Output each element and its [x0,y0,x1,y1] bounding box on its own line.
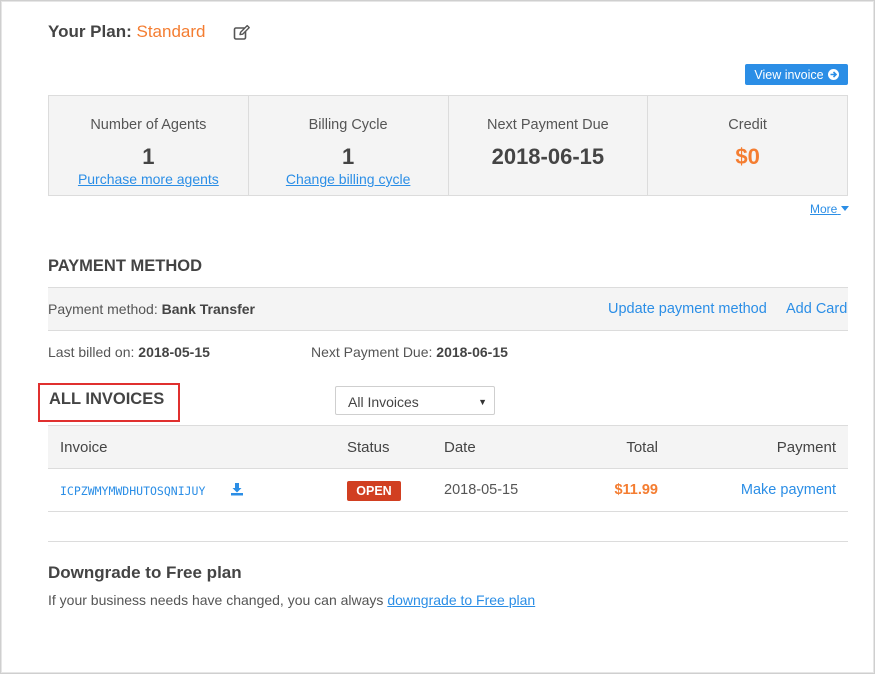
stat-value: 1 [342,144,355,169]
last-billed-value: 2018-05-15 [138,344,210,360]
stat-label: Next Payment Due [487,117,609,133]
downgrade-text: If your business needs have changed, you… [48,592,535,608]
view-invoice-button[interactable]: View invoice [745,64,848,85]
divider [48,541,848,542]
next-due-label: Next Payment Due: [311,344,433,360]
invoice-total: $11.99 [614,482,658,498]
payment-method-text: Payment method: Bank Transfer [48,301,255,317]
payment-method-value: Bank Transfer [161,301,255,317]
stat-billing-cycle: Billing Cycle 1 Change billing cycle [249,96,449,195]
invoice-filter-select[interactable]: All Invoices ▼ [335,386,495,415]
caret-down-icon: ▼ [478,397,487,407]
stat-label: Billing Cycle [308,117,388,133]
next-payment-due: Next Payment Due: 2018-06-15 [311,344,508,360]
invoices-table: Invoice Status Date Total Payment ICPZWM… [48,425,848,512]
table-header: Invoice Status Date Total Payment [48,425,848,469]
stat-value: $0 [735,144,760,169]
invoice-date: 2018-05-15 [444,482,519,498]
invoice-filter-value: All Invoices [348,394,419,410]
more-label: More [810,202,838,216]
download-icon[interactable] [230,482,244,496]
col-invoice: Invoice [60,439,108,456]
table-row: ICPZWMYMWDHUTOSQNIJUY OPEN 2018-05-15 $1… [48,469,848,512]
more-link[interactable]: More [810,202,849,216]
next-due-value: 2018-06-15 [436,344,508,360]
edit-icon[interactable] [233,24,251,42]
stat-credit: Credit $0 [648,96,847,195]
stat-value: 2018-06-15 [491,144,605,169]
stat-agents: Number of Agents 1 Purchase more agents [49,96,249,195]
update-payment-method-link[interactable]: Update payment method [608,301,767,317]
payment-method-label: Payment method: [48,301,158,317]
downgrade-description: If your business needs have changed, you… [48,592,384,608]
add-card-link[interactable]: Add Card [786,301,847,317]
plan-label: Your Plan: [48,22,132,41]
col-payment: Payment [776,439,836,456]
make-payment-link[interactable]: Make payment [741,482,836,498]
change-billing-cycle-link[interactable]: Change billing cycle [249,171,448,187]
status-badge: OPEN [347,481,401,501]
col-date: Date [444,439,476,456]
caret-down-icon [840,206,849,211]
plan-stats: Number of Agents 1 Purchase more agents … [48,95,848,196]
col-total: Total [626,439,658,456]
arrow-right-circle-icon [827,69,839,80]
downgrade-link[interactable]: downgrade to Free plan [387,592,535,608]
purchase-agents-link[interactable]: Purchase more agents [49,171,248,187]
last-billed: Last billed on: 2018-05-15 [48,344,210,360]
plan-name: Standard [136,22,206,41]
col-status: Status [347,439,390,456]
last-billed-label: Last billed on: [48,344,135,360]
stat-label: Credit [728,117,767,133]
view-invoice-label: View invoice [754,67,824,82]
invoices-title: ALL INVOICES [49,390,165,408]
stat-label: Number of Agents [90,117,207,133]
stat-value: 1 [142,144,155,169]
stat-next-payment: Next Payment Due 2018-06-15 [449,96,649,195]
plan-title: Your Plan: Standard [48,22,205,42]
invoice-number-link[interactable]: ICPZWMYMWDHUTOSQNIJUY [60,484,205,498]
payment-method-row: Payment method: Bank Transfer Update pay… [48,287,848,331]
payment-method-title: PAYMENT METHOD [48,257,203,275]
downgrade-title: Downgrade to Free plan [48,563,242,582]
